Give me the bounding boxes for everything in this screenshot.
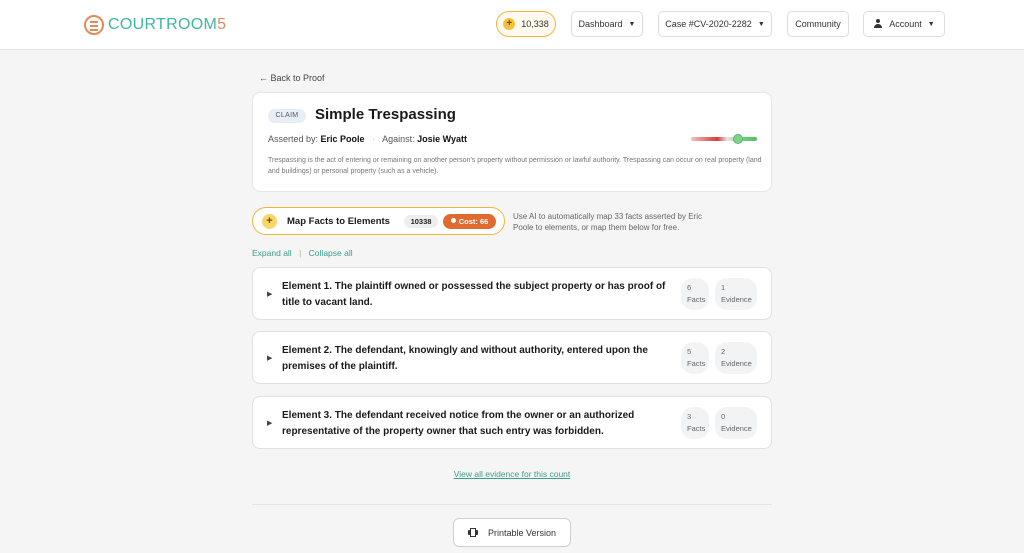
printable-version-label: Printable Version <box>487 527 557 538</box>
account-dropdown[interactable]: Account ▼ <box>863 11 945 37</box>
case-label: Case #CV-2020-2282 <box>665 19 752 29</box>
case-dropdown[interactable]: Case #CV-2020-2282 ▼ <box>658 11 772 37</box>
coin-balance: 10,338 <box>521 19 549 29</box>
slider-handle[interactable] <box>733 134 743 144</box>
logo-mark-icon <box>84 15 104 35</box>
logo[interactable]: COURTROOM5 <box>84 13 226 37</box>
top-navigation-bar: COURTROOM5 + 10,338 Dashboard ▼ Case #CV… <box>0 0 1024 50</box>
community-label: Community <box>795 19 841 29</box>
chevron-down-icon: ▼ <box>628 20 636 28</box>
claim-strength-slider[interactable] <box>691 134 757 144</box>
community-button[interactable]: Community <box>787 11 849 37</box>
expand-triangle-icon[interactable]: ▶ <box>267 419 272 427</box>
map-facts-cost-badge: Cost: 66 <box>443 214 496 229</box>
facts-count-badge[interactable]: 5 Facts <box>681 342 709 374</box>
cost-dot-icon <box>450 218 456 223</box>
printer-icon <box>467 528 478 537</box>
view-all-evidence-link[interactable]: View all evidence for this count <box>0 469 1024 479</box>
evidence-count-badge[interactable]: 1 Evidence <box>715 278 757 310</box>
asserted-by-name: Eric Poole <box>320 134 365 144</box>
evidence-count-badge[interactable]: 2 Evidence <box>715 342 757 374</box>
expand-all-link[interactable]: Expand all <box>252 248 292 258</box>
claim-badge: CLAIM <box>268 109 306 123</box>
expand-collapse-controls: Expand all | Collapse all <box>252 248 353 258</box>
claim-description: Trespassing is the act of entering or re… <box>268 157 762 175</box>
coin-plus-icon: + <box>503 18 516 30</box>
claim-parties: Asserted by: Eric Poole · Against: Josie… <box>268 134 467 144</box>
user-icon <box>873 19 883 29</box>
element-card-3[interactable]: ▶ Element 3. The defendant received noti… <box>252 396 772 449</box>
dashboard-label: Dashboard <box>578 19 623 29</box>
element-card-1[interactable]: ▶ Element 1. The plaintiff owned or poss… <box>252 267 772 320</box>
claim-title: Simple Trespassing <box>315 106 456 123</box>
divider <box>252 504 772 505</box>
map-facts-button[interactable]: + Map Facts to Elements 10338 Cost: 66 <box>252 207 505 235</box>
claim-card: CLAIM Simple Trespassing Asserted by: Er… <box>252 92 772 192</box>
facts-count-badge[interactable]: 6 Facts <box>681 278 709 310</box>
element-text: Element 1. The plaintiff owned or posses… <box>282 281 666 308</box>
chevron-down-icon: ▼ <box>757 20 765 28</box>
back-to-proof-link[interactable]: ← Back to Proof <box>259 73 325 83</box>
chevron-down-icon: ▼ <box>927 20 935 28</box>
against-name: Josie Wyatt <box>417 134 467 144</box>
map-facts-help-text: Use AI to automatically map 33 facts ass… <box>513 212 702 232</box>
coin-balance-button[interactable]: + 10,338 <box>496 11 556 37</box>
printable-version-button[interactable]: Printable Version <box>453 518 571 547</box>
expand-triangle-icon[interactable]: ▶ <box>267 290 272 298</box>
evidence-count-badge[interactable]: 0 Evidence <box>715 407 757 439</box>
logo-text-number: 5 <box>217 16 227 33</box>
account-label: Account <box>889 19 922 29</box>
dashboard-dropdown[interactable]: Dashboard ▼ <box>571 11 643 37</box>
element-text: Element 2. The defendant, knowingly and … <box>282 345 648 372</box>
facts-count-badge[interactable]: 3 Facts <box>681 407 709 439</box>
expand-triangle-icon[interactable]: ▶ <box>267 354 272 362</box>
element-text: Element 3. The defendant received notice… <box>282 410 635 437</box>
plus-icon: + <box>262 214 277 229</box>
element-card-2[interactable]: ▶ Element 2. The defendant, knowingly an… <box>252 331 772 384</box>
collapse-all-link[interactable]: Collapse all <box>309 248 353 258</box>
map-facts-count: 10338 <box>404 215 438 228</box>
logo-text-main: COURTROOM <box>108 16 218 33</box>
map-facts-label: Map Facts to Elements <box>287 216 390 227</box>
